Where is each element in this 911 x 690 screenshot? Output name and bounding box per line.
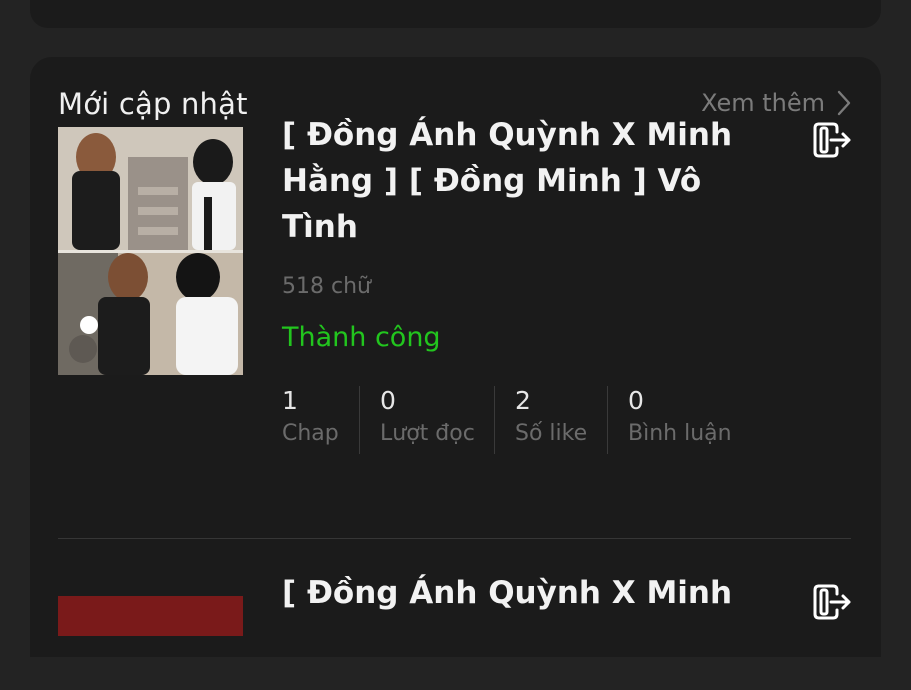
- story-stats: 1 Chap 0 Lượt đọc 2 Số like 0 Bình luận: [282, 386, 758, 454]
- stat-likes: 2 Số like: [494, 386, 607, 454]
- previous-section-card: [30, 0, 881, 28]
- story-title[interactable]: [ Đồng Ánh Quỳnh X Minh Hằng ] [ Đồng Mi…: [282, 112, 782, 250]
- story-title[interactable]: [ Đồng Ánh Quỳnh X Minh: [282, 570, 782, 616]
- story-item[interactable]: [ Đồng Ánh Quỳnh X Minh: [58, 570, 853, 690]
- stat-chapters: 1 Chap: [282, 386, 359, 454]
- stat-comments-value: 0: [628, 386, 644, 415]
- stat-reads: 0 Lượt đọc: [359, 386, 494, 454]
- story-item[interactable]: [ Đồng Ánh Quỳnh X Minh Hằng ] [ Đồng Mi…: [58, 108, 853, 482]
- stat-comments-label: Bình luận: [628, 421, 732, 446]
- stat-reads-label: Lượt đọc: [380, 421, 475, 446]
- stat-chapters-value: 1: [282, 386, 298, 415]
- story-cover-image[interactable]: [58, 596, 243, 636]
- stat-comments: 0 Bình luận: [607, 386, 758, 454]
- stat-chapters-label: Chap: [282, 421, 339, 446]
- status-text: Thành công: [282, 322, 441, 353]
- stat-likes-value: 2: [515, 386, 531, 415]
- stat-reads-value: 0: [380, 386, 396, 415]
- exit-icon[interactable]: [809, 580, 853, 624]
- story-divider: [58, 538, 851, 539]
- word-count: 518 chữ: [282, 274, 371, 299]
- story-cover-image[interactable]: [58, 127, 243, 375]
- exit-icon[interactable]: [809, 118, 853, 162]
- stat-likes-label: Số like: [515, 421, 588, 446]
